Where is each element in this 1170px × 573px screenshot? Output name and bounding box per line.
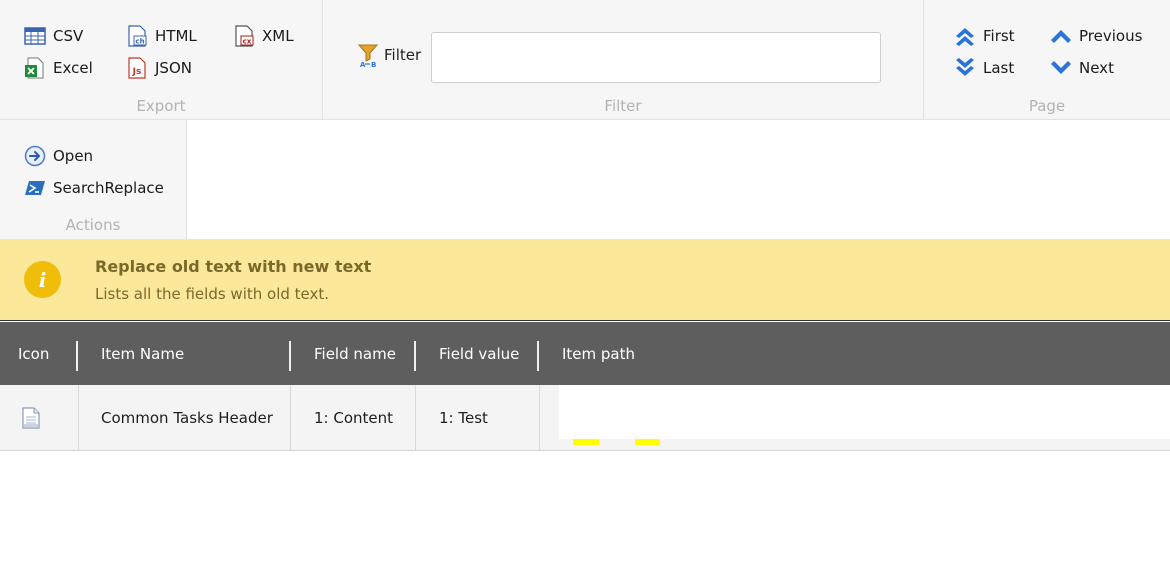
chevron-down-icon: [1050, 57, 1072, 79]
column-header-item-path[interactable]: Item path: [562, 322, 635, 385]
page-group: First Last Previous Next Page: [924, 0, 1170, 120]
page-first-button[interactable]: First: [954, 24, 1015, 48]
info-icon: i: [24, 261, 61, 298]
search-replace-button[interactable]: SearchReplace: [24, 176, 164, 200]
column-separator[interactable]: [76, 341, 78, 371]
chevron-up-icon: [1050, 25, 1072, 47]
column-header-item-name[interactable]: Item Name: [101, 322, 184, 385]
page-last-button[interactable]: Last: [954, 56, 1014, 80]
html-icon: ch: [126, 25, 148, 47]
cell-separator: [78, 385, 79, 451]
export-excel-label: Excel: [53, 59, 93, 77]
open-label: Open: [53, 147, 94, 165]
page-previous-button[interactable]: Previous: [1050, 24, 1142, 48]
grid-header: Icon Item Name Field name Field value It…: [0, 322, 1170, 385]
export-xml-label: XML: [262, 27, 294, 45]
ribbon: CSV Excel ch HTML Js JSON cx XML Export …: [0, 0, 1170, 120]
search-replace-label: SearchReplace: [53, 179, 164, 197]
highlight-mark: [573, 439, 599, 445]
cell-field-value: 1: Test: [439, 409, 488, 427]
column-separator[interactable]: [537, 341, 539, 371]
filter-button[interactable]: AB Filter: [356, 42, 421, 68]
arrow-right-circle-icon: [24, 145, 46, 167]
actions-caption: Actions: [65, 216, 121, 234]
double-chevron-up-icon: [954, 25, 976, 47]
page-first-label: First: [983, 27, 1015, 45]
column-header-field-name[interactable]: Field name: [314, 322, 396, 385]
info-title: Replace old text with new text: [95, 257, 372, 276]
filter-funnel-icon: AB: [356, 42, 382, 68]
highlight-mark: [635, 439, 660, 445]
export-caption: Export: [136, 97, 186, 115]
page-next-button[interactable]: Next: [1050, 56, 1114, 80]
cell-icon: [21, 385, 41, 451]
filter-input[interactable]: [431, 32, 881, 83]
document-icon: [21, 407, 41, 429]
page-next-label: Next: [1079, 59, 1114, 77]
export-xml-button[interactable]: cx XML: [233, 24, 294, 48]
cell-separator: [415, 385, 416, 451]
cell-separator: [290, 385, 291, 451]
powershell-icon: [24, 177, 46, 199]
filter-caption: Filter: [604, 97, 642, 115]
export-json-label: JSON: [155, 59, 192, 77]
export-json-button[interactable]: Js JSON: [126, 56, 192, 80]
export-csv-button[interactable]: CSV: [24, 24, 83, 48]
double-chevron-down-icon: [954, 57, 976, 79]
csv-icon: [24, 25, 46, 47]
excel-icon: [24, 57, 46, 79]
svg-text:Js: Js: [132, 67, 142, 77]
xml-icon: cx: [233, 25, 255, 47]
cell-field-name: 1: Content: [314, 409, 394, 427]
svg-text:ch: ch: [135, 38, 144, 46]
info-subtitle: Lists all the fields with old text.: [95, 285, 330, 303]
export-csv-label: CSV: [53, 27, 84, 45]
json-icon: Js: [126, 57, 148, 79]
column-separator[interactable]: [289, 341, 291, 371]
cell-item-path: [559, 385, 1170, 439]
svg-text:cx: cx: [243, 38, 252, 46]
page-last-label: Last: [983, 59, 1015, 77]
column-header-field-value[interactable]: Field value: [439, 322, 519, 385]
export-html-label: HTML: [155, 27, 197, 45]
open-button[interactable]: Open: [24, 144, 93, 168]
cell-item-name: Common Tasks Header: [101, 409, 273, 427]
export-excel-button[interactable]: Excel: [24, 56, 93, 80]
page-caption: Page: [1028, 97, 1066, 115]
export-html-button[interactable]: ch HTML: [126, 24, 197, 48]
info-banner: i Replace old text with new text Lists a…: [0, 239, 1170, 321]
svg-text:B: B: [371, 61, 376, 68]
page-previous-label: Previous: [1079, 27, 1143, 45]
export-group: CSV Excel ch HTML Js JSON cx XML Export: [0, 0, 323, 120]
table-row[interactable]: Common Tasks Header 1: Content 1: Test: [0, 385, 1170, 451]
cell-separator: [539, 385, 540, 451]
column-separator[interactable]: [414, 341, 416, 371]
actions-group: Open SearchReplace Actions: [0, 120, 187, 239]
filter-label: Filter: [384, 46, 422, 64]
column-header-icon[interactable]: Icon: [18, 322, 49, 385]
